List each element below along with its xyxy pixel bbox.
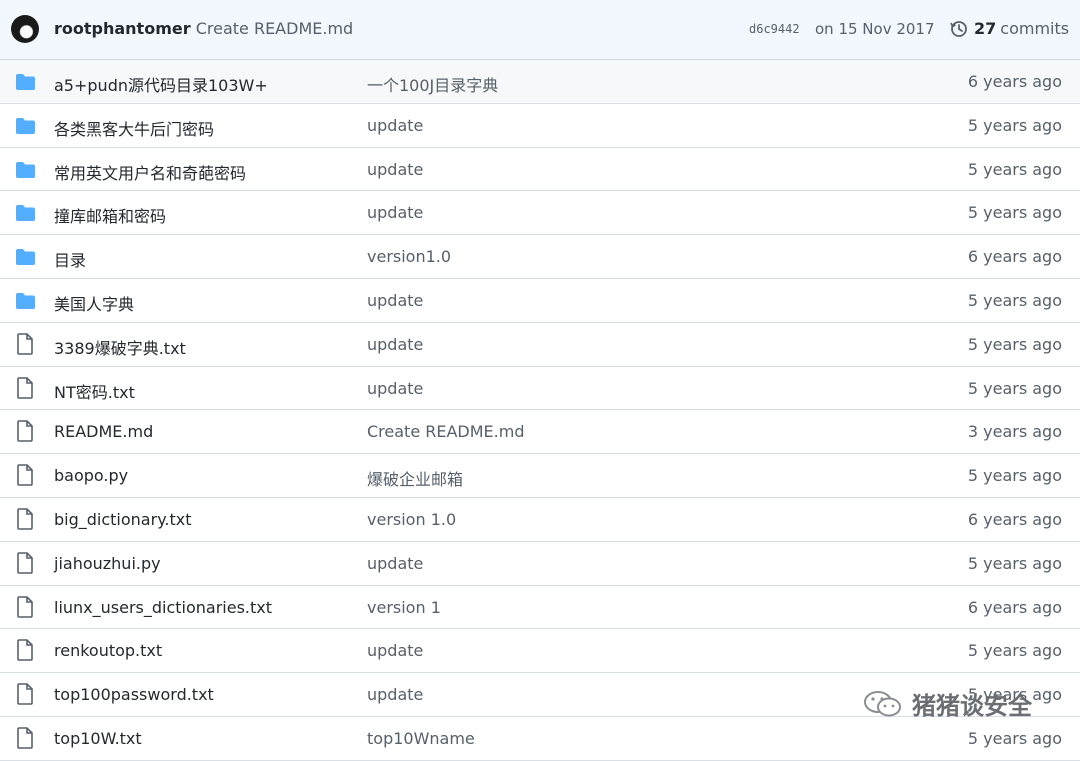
commit-message-link[interactable]: 一个100J目录字典 [367,72,498,96]
file-row[interactable]: NT密码.txt update 5 years ago [0,367,1080,411]
folder-icon [15,117,36,135]
commit-message[interactable]: Create README.md [196,19,353,38]
wechat-icon [864,690,901,716]
commit-message-link[interactable]: Create README.md [367,422,524,441]
watermark: 猪猪谈安全 [862,686,1032,721]
commit-age: 5 years ago [967,159,1062,179]
commit-age: 6 years ago [967,72,1062,91]
file-name-link[interactable]: 美国人字典 [54,291,134,315]
commit-age: 5 years ago [967,334,1062,354]
commit-message-link[interactable]: top10Wname [367,729,475,748]
commit-message-link[interactable]: version1.0 [367,247,451,266]
folder-icon [15,73,36,91]
commit-summary: rootphantomer Create README.md [54,19,353,38]
file-icon [17,420,33,443]
file-name-link[interactable]: 目录 [54,247,86,271]
commit-message-link[interactable]: update [367,160,423,179]
folder-icon [15,204,36,222]
file-name-link[interactable]: a5+pudn源代码目录103W+ [54,72,268,96]
folder-row[interactable]: a5+pudn源代码目录103W+ 一个100J目录字典 6 years ago [0,60,1080,104]
file-row[interactable]: big_dictionary.txt version 1.0 6 years ago [0,498,1080,542]
commit-author[interactable]: rootphantomer [54,19,191,38]
file-name-link[interactable]: liunx_users_dictionaries.txt [54,598,272,617]
commit-age: 5 years ago [967,641,1062,661]
commits-label: commits [1000,19,1070,38]
file-name-link[interactable]: 3389爆破字典.txt [54,335,186,359]
folder-row[interactable]: 撞库邮箱和密码 update 5 years ago [0,191,1080,236]
file-row[interactable]: baopo.py 爆破企业邮箱 5 years ago [0,454,1080,498]
folder-icon [15,161,36,179]
watermark-text: 猪猪谈安全 [912,692,1032,720]
file-name-link[interactable]: 常用英文用户名和奇葩密码 [54,160,246,184]
file-icon [17,683,33,705]
commit-message-link[interactable]: update [367,116,423,135]
commit-message-link[interactable]: version 1 [367,598,441,617]
commit-sha[interactable]: d6c9442 [749,22,800,36]
commits-link[interactable]: 27 commits [950,19,1069,38]
file-name-link[interactable]: big_dictionary.txt [54,510,191,529]
file-icon [17,508,33,530]
commit-message-link[interactable]: update [367,335,423,354]
commit-age: 5 years ago [967,115,1062,135]
folder-row[interactable]: 美国人字典 update 5 years ago [0,279,1080,323]
folder-row[interactable]: 目录 version1.0 6 years ago [0,235,1080,279]
commit-age: 5 years ago [967,553,1062,573]
file-row[interactable]: 3389爆破字典.txt update 5 years ago [0,323,1080,367]
commit-message-link[interactable]: version 1.0 [367,510,456,529]
commit-age: 6 years ago [967,597,1062,617]
avatar[interactable] [11,15,39,43]
file-icon [17,332,33,355]
file-name-link[interactable]: baopo.py [54,466,128,485]
commit-message-link[interactable]: update [367,379,423,398]
commit-age: 5 years ago [967,466,1062,486]
file-icon [17,639,33,662]
commit-age: 6 years ago [967,509,1062,529]
commit-message-link[interactable]: update [367,554,423,573]
file-row[interactable]: jiahouzhui.py update 5 years ago [0,542,1080,586]
folder-icon [15,248,36,266]
folder-icon [15,292,36,310]
commit-age: 6 years ago [967,247,1062,267]
file-icon [17,551,33,574]
file-list: a5+pudn源代码目录103W+ 一个100J目录字典 6 years ago 各类… [0,60,1080,761]
file-icon [17,727,33,749]
file-row[interactable]: liunx_users_dictionaries.txt version 1 6 y… [0,586,1080,630]
file-name-link[interactable]: top10W.txt [54,729,142,748]
latest-commit-bar: rootphantomer Create README.md d6c9442 o… [0,0,1080,60]
file-name-link[interactable]: jiahouzhui.py [54,554,161,573]
folder-row[interactable]: 各类黑客大牛后门密码 update 5 years ago [0,104,1080,148]
file-icon [17,376,33,399]
folder-row[interactable]: 常用英文用户名和奇葩密码 update 5 years ago [0,148,1080,192]
file-name-link[interactable]: README.md [54,422,153,441]
commit-count: 27 [974,19,997,38]
commit-message-link[interactable]: update [367,203,423,222]
commit-age: 5 years ago [967,378,1062,398]
commit-message-link[interactable]: update [367,641,423,660]
file-name-link[interactable]: 各类黑客大牛后门密码 [54,116,214,140]
file-icon [17,595,33,618]
file-name-link[interactable]: 撞库邮箱和密码 [54,203,166,227]
commit-age: 5 years ago [967,290,1062,310]
commit-age: 5 years ago [967,203,1062,223]
file-name-link[interactable]: renkoutop.txt [54,641,162,660]
file-row[interactable]: renkoutop.txt update 5 years ago [0,629,1080,674]
file-name-link[interactable]: top100password.txt [54,685,214,704]
file-name-link[interactable]: NT密码.txt [54,379,135,403]
history-icon [950,20,967,37]
file-icon [17,464,33,486]
file-row[interactable]: top10W.txt top10Wname 5 years ago [0,717,1080,761]
commit-message-link[interactable]: update [367,291,423,310]
commit-age: 5 years ago [967,728,1062,748]
file-row[interactable]: README.md Create README.md 3 years ago [0,410,1080,455]
commit-message-link[interactable]: update [367,685,423,704]
commit-date: on 15 Nov 2017 [815,20,935,38]
commit-message-link[interactable]: 爆破企业邮箱 [367,466,463,490]
commit-age: 3 years ago [967,422,1062,442]
